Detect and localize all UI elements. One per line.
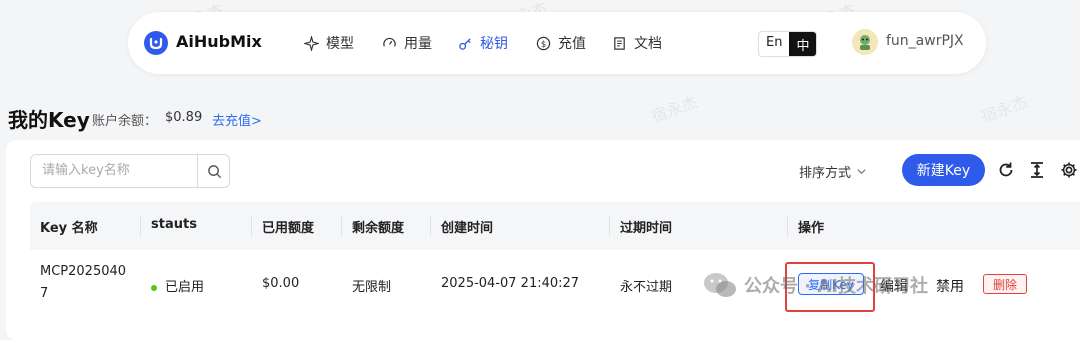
key-name-line2: 7	[40, 286, 49, 301]
lang-en-option[interactable]: En	[759, 32, 789, 56]
search-box	[30, 154, 230, 188]
column-divider	[140, 216, 141, 236]
column-header[interactable]: 创建时间	[441, 217, 493, 236]
nav-item-models[interactable]: 模型	[304, 33, 354, 53]
top-nav: AiHubMix 模型 用量 秘钥 $ 充值 文档 En 中 fun_awrPJ…	[128, 12, 986, 74]
refresh-icon[interactable]	[996, 160, 1016, 180]
density-icon[interactable]	[1027, 160, 1047, 180]
language-switch: En 中	[758, 31, 818, 57]
nav-item-label: 文档	[634, 36, 662, 52]
column-header[interactable]: 已用额度	[262, 217, 314, 236]
disable-button[interactable]: 禁用	[936, 276, 964, 296]
column-header[interactable]: stauts	[151, 217, 197, 232]
document-icon	[614, 36, 625, 50]
brand-name[interactable]: AiHubMix	[176, 32, 262, 51]
column-divider	[430, 216, 431, 236]
brand-logo-icon	[144, 31, 168, 55]
column-divider	[251, 216, 252, 236]
delete-button[interactable]: 删除	[983, 274, 1027, 294]
nav-item-label: 模型	[326, 36, 354, 52]
nav-item-usage[interactable]: 用量	[382, 33, 432, 53]
new-key-button[interactable]: 新建Key	[902, 154, 985, 186]
key-name-line1: MCP2025040	[40, 264, 127, 279]
balance-label: 账户余额：	[92, 114, 158, 129]
key-icon	[459, 37, 471, 50]
expire-time: 永不过期	[620, 280, 673, 295]
search-icon	[207, 164, 221, 178]
remaining-quota: 无限制	[352, 280, 392, 295]
settings-gear-icon[interactable]	[1059, 160, 1079, 180]
column-divider	[609, 216, 610, 236]
status-badge: 已启用	[151, 276, 204, 295]
status-text: 已启用	[165, 280, 205, 295]
column-divider	[787, 216, 788, 236]
sort-dropdown[interactable]: 排序方式	[799, 162, 867, 181]
watermark-faint: 宿永杰	[978, 92, 1031, 127]
page-title: 我的Key	[8, 108, 90, 132]
username[interactable]: fun_awrPJX	[886, 33, 964, 49]
used-quota: $0.00	[262, 276, 300, 291]
search-button[interactable]	[197, 155, 230, 187]
column-header[interactable]: 过期时间	[620, 217, 672, 236]
gauge-icon	[383, 37, 396, 47]
status-dot	[151, 284, 157, 291]
watermark-faint: 宿永杰	[648, 92, 701, 127]
balance-value: $0.89	[165, 110, 203, 125]
column-header: 操作	[798, 221, 825, 236]
column-divider	[341, 216, 342, 236]
sort-label: 排序方式	[799, 166, 852, 181]
nav-item-recharge[interactable]: $ 充值	[536, 33, 586, 53]
created-time: 2025-04-07 21:40:27	[441, 276, 580, 291]
watermark-channel: 公众号 · AI技术研习社	[744, 276, 928, 297]
svg-text:$: $	[541, 38, 546, 48]
lang-zh-option[interactable]: 中	[789, 32, 817, 56]
nav-item-keys[interactable]: 秘钥	[458, 33, 508, 53]
sparkle-icon	[304, 35, 319, 51]
search-input[interactable]	[32, 156, 202, 184]
nav-item-docs[interactable]: 文档	[612, 33, 662, 53]
dollar-icon: $	[536, 36, 551, 50]
chevron-down-icon	[857, 169, 866, 175]
wechat-icon	[704, 273, 736, 297]
avatar[interactable]	[852, 29, 878, 55]
recharge-link[interactable]: 去充值>	[212, 110, 262, 129]
column-header[interactable]: 剩余额度	[352, 217, 404, 236]
nav-item-label: 充值	[558, 36, 586, 52]
nav-item-label: 秘钥	[480, 36, 508, 52]
column-header[interactable]: Key 名称	[40, 217, 98, 236]
nav-item-label: 用量	[404, 36, 432, 52]
